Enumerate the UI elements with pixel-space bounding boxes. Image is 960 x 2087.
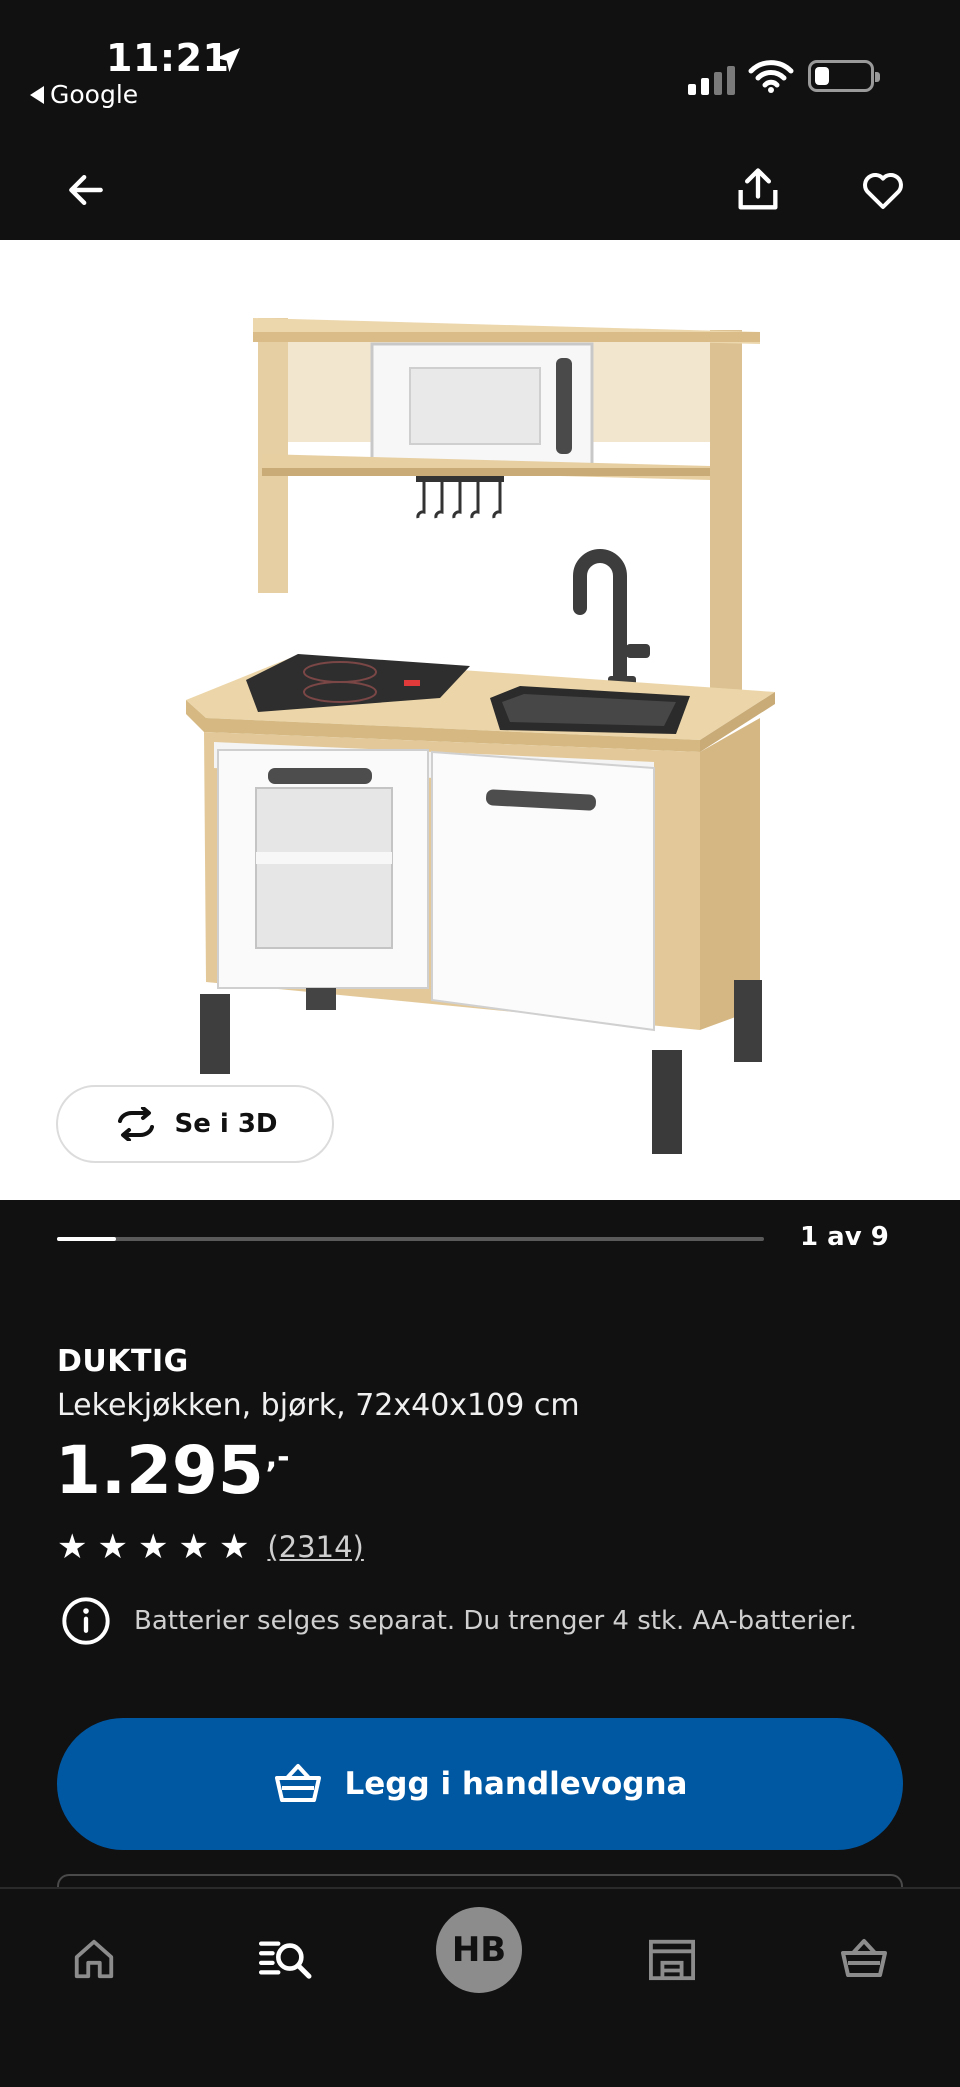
status-bar: 11:21 Google [0,0,960,120]
share-button[interactable] [728,160,788,220]
see-in-3d-label: Se i 3D [174,1109,278,1139]
wifi-icon [748,60,794,93]
star-icon: ★ [137,1527,169,1567]
product-price: 1.295 ,- [55,1432,290,1509]
battery-notice-text: Batterier selges separat. Du trenger 4 s… [134,1606,857,1636]
star-icon: ★ [218,1527,250,1567]
back-app-label: Google [50,80,139,109]
search-icon [258,1941,312,1979]
cellular-signal-icon [688,66,735,95]
star-icon: ★ [97,1527,128,1567]
see-in-3d-button[interactable]: Se i 3D [56,1085,334,1163]
star-icon: ★ [57,1527,88,1567]
battery-notice: Batterier selges separat. Du trenger 4 s… [60,1595,857,1647]
price-suffix: ,- [265,1440,290,1475]
share-icon [738,168,778,210]
tab-search[interactable] [246,1919,326,1999]
back-button[interactable] [56,160,116,220]
review-count-link[interactable]: (2314) [267,1530,363,1564]
product-description: Lekekjøkken, bjørk, 72x40x109 cm [57,1388,580,1423]
store-icon [649,1939,695,1981]
home-icon [74,1939,114,1979]
add-to-cart-label: Legg i handlevogna [344,1766,688,1802]
arrow-left-icon [69,174,103,206]
tab-store[interactable] [632,1919,712,1999]
favorite-button[interactable] [853,160,913,220]
bottom-tab-bar: HB [0,1887,960,2087]
image-carousel-indicator: 1 av 9 [0,1200,960,1280]
add-to-cart-button[interactable]: Legg i handlevogna [57,1718,903,1850]
carousel-page-count: 1 av 9 [800,1222,889,1252]
back-triangle-icon [30,85,44,104]
product-brand: DUKTIG [57,1344,189,1379]
tab-cart[interactable] [824,1919,904,1999]
back-to-app-link[interactable]: Google [30,80,138,109]
product-image-area[interactable]: Se i 3D [0,240,960,1200]
location-arrow-icon [216,48,240,72]
avatar[interactable]: HB [436,1907,522,1993]
battery-icon [808,60,880,92]
info-icon [62,1597,110,1645]
status-time: 11:21 [106,36,230,80]
product-image [186,318,775,1154]
carousel-progress-track [57,1237,764,1241]
top-nav [0,140,960,240]
product-rating[interactable]: ★ ★ ★ ★ ★ (2314) [57,1530,364,1564]
basket-icon [841,1939,887,1977]
carousel-progress-fill [57,1237,116,1241]
price-value: 1.295 [55,1432,264,1509]
star-icon: ★ [178,1527,209,1567]
tab-home[interactable] [54,1919,134,1999]
basket-icon [274,1764,321,1802]
rotate-3d-icon [118,1107,155,1141]
heart-icon [863,172,903,209]
